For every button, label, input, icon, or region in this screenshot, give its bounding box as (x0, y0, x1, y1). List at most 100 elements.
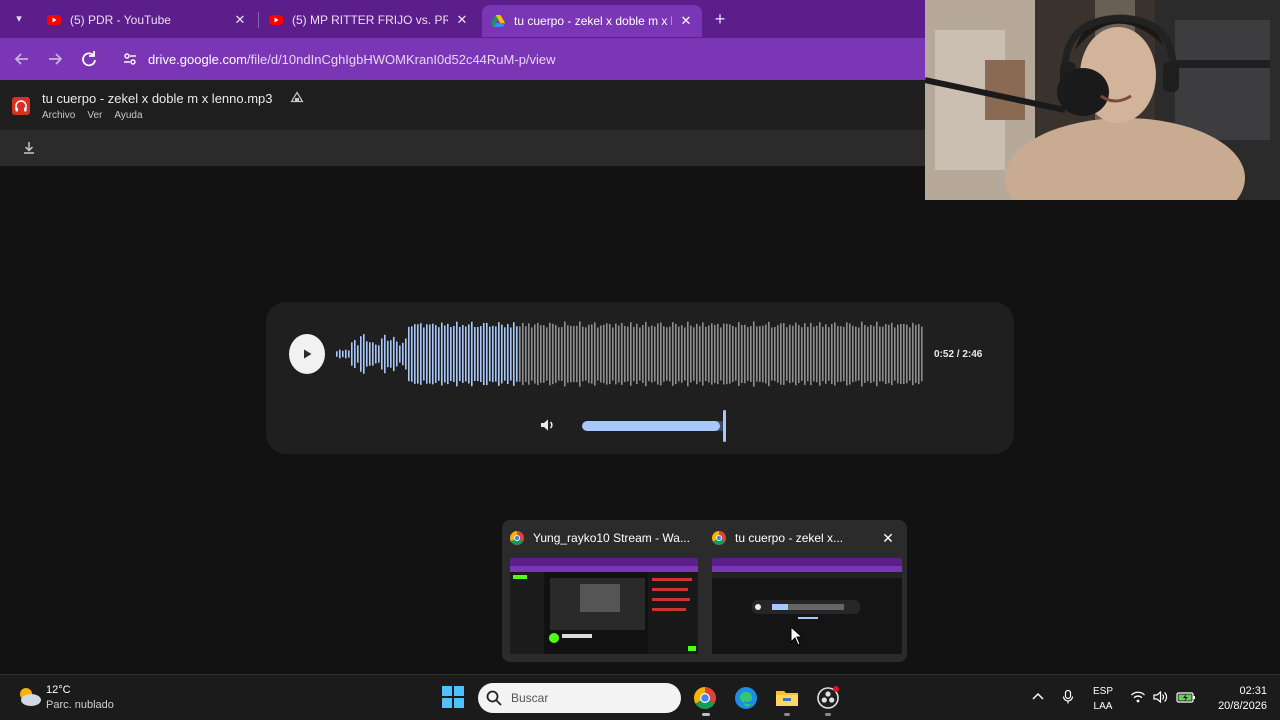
waveform-bar (573, 325, 575, 383)
speaker-icon[interactable] (1152, 689, 1168, 705)
waveform-bar (903, 323, 905, 385)
tab-drive-active[interactable]: tu cuerpo - zekel x doble m x lenno.mp3 … (482, 5, 702, 37)
waveform-bar (771, 327, 773, 381)
waveform-bar (834, 322, 836, 386)
taskbar-search[interactable]: Buscar (478, 683, 681, 713)
waveform-bar (345, 349, 347, 359)
preview-close-icon[interactable]: ✕ (880, 530, 896, 546)
webcam-video-image (925, 0, 1280, 200)
download-icon[interactable] (20, 139, 38, 157)
site-settings-icon[interactable] (122, 51, 138, 67)
clock-time: 02:31 (1239, 685, 1267, 697)
waveform-bar (906, 324, 908, 384)
obs-taskbar-icon[interactable] (816, 686, 840, 710)
new-tab-button[interactable]: + (710, 9, 730, 29)
waveform-bar (468, 324, 470, 384)
play-button[interactable] (289, 334, 325, 374)
waveform-bar (453, 326, 455, 382)
waveform-bar (615, 323, 617, 385)
forward-arrow-icon[interactable] (44, 48, 66, 70)
tab-title: (5) PDR - YouTube (70, 13, 171, 27)
weather-description: Parc. nublado (46, 699, 114, 711)
waveform-bar (441, 322, 443, 386)
waveform-bar (474, 327, 476, 381)
waveform-bar (372, 342, 374, 366)
reload-icon[interactable] (78, 48, 100, 70)
file-explorer-taskbar-icon[interactable] (775, 686, 799, 710)
waveform-bar (846, 322, 848, 386)
waveform-bar (387, 340, 389, 368)
weather-temperature: 12°C (46, 684, 71, 696)
waveform-bar (657, 323, 659, 385)
tab-title: (5) MP RITTER FRIJO vs. PROMESA (292, 13, 448, 27)
preview-window-drive[interactable]: tu cuerpo - zekel x... (704, 520, 907, 662)
waveform-bar (804, 323, 806, 385)
chrome-taskbar-icon[interactable] (693, 686, 717, 710)
volume-icon[interactable] (538, 416, 556, 434)
waveform-bar (669, 326, 671, 382)
waveform-bar (534, 324, 536, 384)
waveform-bar (567, 325, 569, 383)
waveform-bar (369, 342, 371, 366)
waveform-bar (429, 324, 431, 384)
waveform-bar (690, 325, 692, 383)
weather-partly-cloudy-icon[interactable] (16, 685, 42, 709)
microphone-icon[interactable] (1060, 689, 1076, 705)
menu-archivo[interactable]: Archivo (42, 110, 75, 121)
waveform-bar (678, 326, 680, 382)
waveform-bar (363, 334, 365, 374)
input-language-indicator[interactable]: ESP LAA (1092, 684, 1114, 714)
tab-close-icon[interactable]: ✕ (454, 12, 470, 28)
waveform-bar (630, 322, 632, 386)
waveform-bar (789, 324, 791, 384)
waveform-bar (732, 325, 734, 383)
tab-pdr-youtube[interactable]: (5) PDR - YouTube ✕ (38, 6, 256, 34)
waveform-bar (450, 326, 452, 382)
waveform-bar (444, 325, 446, 383)
tab-separator (258, 12, 259, 28)
waveform-bar (375, 344, 377, 364)
waveform-bar (480, 326, 482, 382)
waveform-bar (795, 322, 797, 386)
preview-window-stream[interactable]: Yung_rayko10 Stream - Wa... (502, 520, 704, 662)
waveform-bar (849, 323, 851, 385)
waveform-bar (894, 327, 896, 381)
waveform-bar (708, 325, 710, 383)
waveform-bar (726, 323, 728, 385)
waveform-bar (870, 324, 872, 384)
preview-title: Yung_rayko10 Stream - Wa... (533, 531, 690, 545)
preview-header: Yung_rayko10 Stream - Wa... (510, 531, 690, 545)
menu-ayuda[interactable]: Ayuda (114, 110, 142, 121)
windows-start-icon[interactable] (442, 686, 464, 708)
waveform-bar (618, 325, 620, 383)
wifi-icon[interactable] (1130, 689, 1146, 705)
waveform-bar (648, 326, 650, 382)
waveform-bar (609, 323, 611, 385)
volume-slider-fill (582, 421, 721, 431)
waveform-bar (540, 325, 542, 383)
tab-mp-ritter[interactable]: (5) MP RITTER FRIJO vs. PROMESA ✕ (260, 6, 478, 34)
waveform-bar (651, 325, 653, 383)
waveform-bar (501, 324, 503, 384)
tab-close-icon[interactable]: ✕ (232, 12, 248, 28)
waveform-seekbar[interactable] (336, 320, 924, 388)
battery-charging-icon[interactable] (1176, 689, 1196, 705)
volume-slider[interactable] (582, 421, 726, 431)
waveform-bar (642, 325, 644, 383)
edge-taskbar-icon[interactable] (734, 686, 758, 710)
menu-ver[interactable]: Ver (87, 110, 102, 121)
system-clock[interactable]: 02:31 20/8/2026 (1207, 684, 1267, 714)
waveform-bar (831, 324, 833, 384)
waveform-bar (621, 323, 623, 385)
volume-slider-thumb[interactable] (723, 410, 726, 442)
tab-search-icon[interactable]: ▾ (10, 10, 28, 28)
waveform-bar (336, 351, 338, 357)
waveform-bar (393, 336, 395, 372)
back-arrow-icon[interactable] (11, 48, 33, 70)
waveform-bar (555, 324, 557, 384)
preview-title: tu cuerpo - zekel x... (735, 531, 844, 545)
waveform-bar (471, 321, 473, 387)
tab-close-icon[interactable]: ✕ (678, 13, 694, 29)
chevron-up-icon[interactable] (1030, 689, 1046, 705)
waveform-bar (843, 326, 845, 382)
